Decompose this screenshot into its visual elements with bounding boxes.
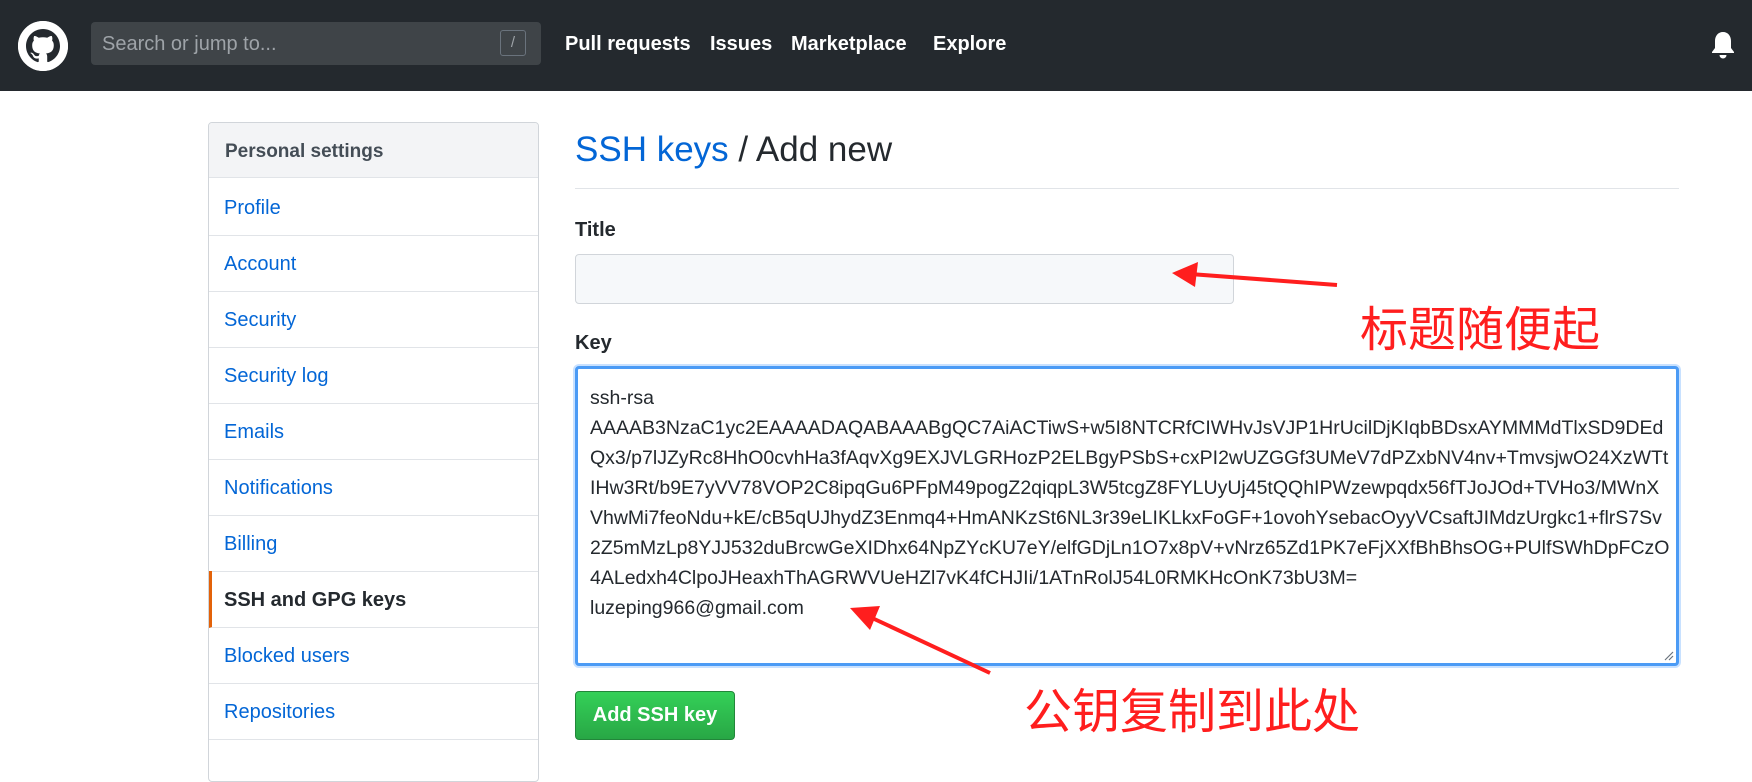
annotation-arrows	[850, 262, 1338, 675]
key-arrow-icon	[850, 606, 991, 675]
title-arrow-icon	[1172, 262, 1338, 287]
title-annotation-text: 标题随便起	[1360, 302, 1601, 358]
key-annotation-text: 公钥复制到此处	[1024, 684, 1361, 740]
